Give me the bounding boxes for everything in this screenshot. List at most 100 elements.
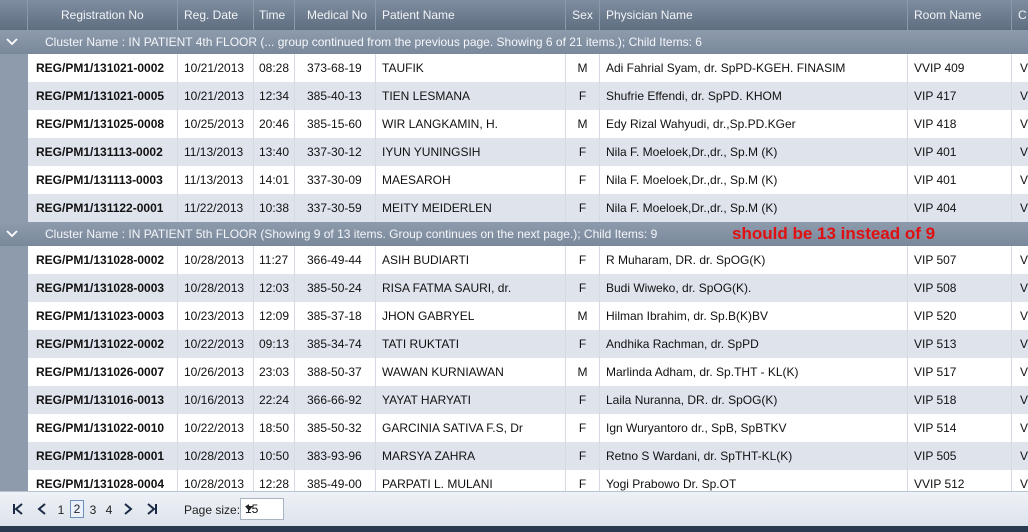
cell-physician-name[interactable]: Nila F. Moeloek,Dr.,dr., Sp.M (K) (600, 138, 908, 166)
cell-time[interactable]: 12:28 (254, 470, 295, 491)
cell-time[interactable]: 12:09 (254, 302, 295, 330)
cell-reg-date[interactable]: 10/16/2013 (178, 386, 254, 414)
cell-medical-no[interactable]: 337-30-12 (295, 138, 376, 166)
cell-physician-name[interactable]: R Muharam, DR. dr. SpOG(K) (600, 246, 908, 274)
cell-room-name[interactable]: VIP 518 (908, 386, 1012, 414)
cell-registration-no[interactable]: REG/PM1/131021-0002 (28, 54, 178, 82)
cell-time[interactable]: 09:13 (254, 330, 295, 358)
column-header-room-name[interactable]: Room Name (908, 0, 1012, 30)
cell-registration-no[interactable]: REG/PM1/131113-0002 (28, 138, 178, 166)
cell-patient-name[interactable]: MARSYA ZAHRA (376, 442, 566, 470)
dropdown-arrow-icon[interactable] (245, 506, 253, 511)
cell-sex[interactable]: F (566, 386, 600, 414)
table-row[interactable]: REG/PM1/131028-0004 10/28/2013 12:28 385-49… (0, 470, 1028, 491)
cell-extra[interactable]: V (1012, 194, 1028, 222)
cell-patient-name[interactable]: PARPATI L. MULANI (376, 470, 566, 491)
cell-reg-date[interactable]: 10/21/2013 (178, 54, 254, 82)
cell-physician-name[interactable]: Yogi Prabowo Dr. Sp.OT (600, 470, 908, 491)
cell-sex[interactable]: F (566, 414, 600, 442)
cell-physician-name[interactable]: Nila F. Moeloek,Dr.,dr., Sp.M (K) (600, 166, 908, 194)
cell-time[interactable]: 08:28 (254, 54, 295, 82)
cell-medical-no[interactable]: 366-66-92 (295, 386, 376, 414)
cell-physician-name[interactable]: Laila Nuranna, DR. dr. SpOG(K) (600, 386, 908, 414)
cell-room-name[interactable]: VIP 520 (908, 302, 1012, 330)
cell-sex[interactable]: F (566, 442, 600, 470)
cell-sex[interactable]: M (566, 110, 600, 138)
cell-registration-no[interactable]: REG/PM1/131028-0002 (28, 246, 178, 274)
cell-patient-name[interactable]: TATI RUKTATI (376, 330, 566, 358)
cell-physician-name[interactable]: Adi Fahrial Syam, dr. SpPD-KGEH. FINASIM (600, 54, 908, 82)
cell-reg-date[interactable]: 10/22/2013 (178, 414, 254, 442)
page-link-4[interactable]: 4 (103, 501, 115, 519)
table-row[interactable]: REG/PM1/131113-0002 11/13/2013 13:40 337-30… (0, 138, 1028, 166)
cell-sex[interactable]: F (566, 82, 600, 110)
table-row[interactable]: REG/PM1/131023-0003 10/23/2013 12:09 385-37… (0, 302, 1028, 330)
column-header-sex[interactable]: Sex (566, 0, 600, 30)
cell-sex[interactable]: F (566, 166, 600, 194)
cell-sex[interactable]: F (566, 138, 600, 166)
cell-time[interactable]: 12:03 (254, 274, 295, 302)
page-link-3[interactable]: 3 (87, 501, 99, 519)
cell-extra[interactable]: V (1012, 54, 1028, 82)
cell-patient-name[interactable]: RISA FATMA SAURI, dr. (376, 274, 566, 302)
cell-room-name[interactable]: VIP 404 (908, 194, 1012, 222)
last-page-icon[interactable] (145, 502, 159, 516)
cell-registration-no[interactable]: REG/PM1/131028-0004 (28, 470, 178, 491)
cell-medical-no[interactable]: 385-34-74 (295, 330, 376, 358)
cell-reg-date[interactable]: 11/13/2013 (178, 138, 254, 166)
cell-extra[interactable]: V (1012, 358, 1028, 386)
cell-medical-no[interactable]: 385-50-32 (295, 414, 376, 442)
cell-patient-name[interactable]: TIEN LESMANA (376, 82, 566, 110)
cell-extra[interactable]: V (1012, 470, 1028, 491)
first-page-icon[interactable] (11, 502, 25, 516)
cell-medical-no[interactable]: 366-49-44 (295, 246, 376, 274)
cell-physician-name[interactable]: Retno S Wardani, dr. SpTHT-KL(K) (600, 442, 908, 470)
cell-time[interactable]: 11:27 (254, 246, 295, 274)
cell-room-name[interactable]: VIP 513 (908, 330, 1012, 358)
cell-patient-name[interactable]: ASIH BUDIARTI (376, 246, 566, 274)
cell-room-name[interactable]: VVIP 512 (908, 470, 1012, 491)
cell-medical-no[interactable]: 385-50-24 (295, 274, 376, 302)
cell-physician-name[interactable]: Hilman Ibrahim, dr. Sp.B(K)BV (600, 302, 908, 330)
cell-reg-date[interactable]: 10/28/2013 (178, 246, 254, 274)
cell-room-name[interactable]: VIP 508 (908, 274, 1012, 302)
cell-extra[interactable]: V (1012, 110, 1028, 138)
cell-time[interactable]: 10:50 (254, 442, 295, 470)
cell-time[interactable]: 12:34 (254, 82, 295, 110)
cell-room-name[interactable]: VIP 507 (908, 246, 1012, 274)
page-size-select[interactable]: 15 (240, 498, 284, 520)
cell-room-name[interactable]: VIP 505 (908, 442, 1012, 470)
cell-physician-name[interactable]: Budi Wiweko, dr. SpOG(K). (600, 274, 908, 302)
cell-registration-no[interactable]: REG/PM1/131028-0003 (28, 274, 178, 302)
cell-patient-name[interactable]: YAYAT HARYATI (376, 386, 566, 414)
cell-patient-name[interactable]: JHON GABRYEL (376, 302, 566, 330)
cell-registration-no[interactable]: REG/PM1/131016-0013 (28, 386, 178, 414)
cell-room-name[interactable]: VVIP 409 (908, 54, 1012, 82)
cell-medical-no[interactable]: 388-50-37 (295, 358, 376, 386)
cell-room-name[interactable]: VIP 418 (908, 110, 1012, 138)
page-link-2-current[interactable]: 2 (70, 500, 84, 518)
cell-sex[interactable]: M (566, 302, 600, 330)
cell-medical-no[interactable]: 383-93-96 (295, 442, 376, 470)
group-row[interactable]: Cluster Name : IN PATIENT 5th FLOOR (Sho… (0, 222, 1028, 246)
cell-sex[interactable]: F (566, 194, 600, 222)
column-header-physician-name[interactable]: Physician Name (600, 0, 908, 30)
cell-physician-name[interactable]: Andhika Rachman, dr. SpPD (600, 330, 908, 358)
cell-extra[interactable]: V (1012, 138, 1028, 166)
cell-sex[interactable]: F (566, 274, 600, 302)
cell-time[interactable]: 13:40 (254, 138, 295, 166)
table-row[interactable]: REG/PM1/131028-0002 10/28/2013 11:27 366-49… (0, 246, 1028, 274)
cell-time[interactable]: 14:01 (254, 166, 295, 194)
cell-extra[interactable]: V (1012, 246, 1028, 274)
cell-room-name[interactable]: VIP 517 (908, 358, 1012, 386)
cell-patient-name[interactable]: WIR LANGKAMIN, H. (376, 110, 566, 138)
table-row[interactable]: REG/PM1/131022-0010 10/22/2013 18:50 385-50… (0, 414, 1028, 442)
cell-room-name[interactable]: VIP 514 (908, 414, 1012, 442)
cell-reg-date[interactable]: 11/13/2013 (178, 166, 254, 194)
table-row[interactable]: REG/PM1/131021-0002 10/21/2013 08:28 373-68… (0, 54, 1028, 82)
cell-medical-no[interactable]: 385-40-13 (295, 82, 376, 110)
cell-patient-name[interactable]: TAUFIK (376, 54, 566, 82)
cell-medical-no[interactable]: 337-30-09 (295, 166, 376, 194)
cell-room-name[interactable]: VIP 417 (908, 82, 1012, 110)
cell-reg-date[interactable]: 10/26/2013 (178, 358, 254, 386)
